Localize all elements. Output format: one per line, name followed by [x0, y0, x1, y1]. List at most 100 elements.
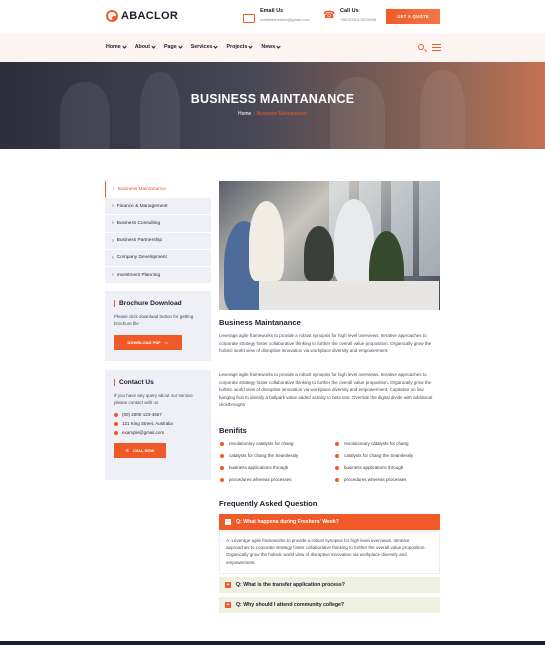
page-banner: BUSINESS MAINTANANCE Home / Business Maint… [0, 62, 545, 149]
faq-question-text: Q: Why should I attend community college… [236, 602, 345, 608]
sidebar-item-investment-planning[interactable]: › Investment Planning [105, 267, 211, 285]
photo-person [249, 201, 284, 281]
sidebar-item-label: Investment Planning [116, 272, 161, 278]
check-icon [220, 441, 224, 446]
sidebar-service-menu: › Business Maintanance › Finance & Managem… [105, 181, 211, 285]
nav-label: News [261, 44, 276, 50]
faq-answer: A: Leverage agile frameworks to provide … [219, 531, 440, 574]
benefit-text: catalysts for chang the Seamlessly [229, 453, 299, 458]
benefit-item: procedures whereas processes [335, 477, 407, 482]
sidebar-item-business-partnership[interactable]: › Business Partnership [105, 233, 211, 250]
section-title: Business Maintanance [219, 318, 301, 327]
benefit-item: revolutionary catalysts for chang [335, 441, 409, 446]
phone-icon [323, 10, 335, 23]
call-now-button[interactable]: ✆ CALL NOW [114, 443, 166, 458]
faq-question-freshers-week[interactable]: − Q: What happens during Freshers' Week? [219, 514, 440, 530]
benefit-item: business applications through [220, 465, 288, 470]
file-icon: ▭ [164, 340, 169, 345]
call-label: Call Us [340, 8, 359, 14]
phone-icon [114, 412, 118, 417]
button-label: CALL NOW [132, 448, 155, 453]
page-title: BUSINESS MAINTANANCE [190, 92, 355, 106]
photo-window [419, 181, 440, 276]
benefit-item: catalysts for chang the Seamlessly [220, 453, 298, 458]
benefit-text: procedures whereas processes [344, 477, 407, 482]
minus-icon: − [225, 519, 231, 525]
benefit-item: revolutionary catalysts for chang [220, 441, 294, 446]
benefit-text: revolutionary catalysts for chang [229, 441, 294, 446]
contact-widget: Contact Us If you have any query about o… [105, 370, 211, 480]
contact-email-text: example@gmail.com [122, 430, 165, 435]
logo-icon [106, 10, 118, 22]
description-paragraph: Leverage agile frameworks to provide a r… [219, 372, 433, 408]
benefit-item: business applications through [335, 465, 403, 470]
check-icon [335, 477, 339, 482]
chevron-down-icon [213, 43, 219, 49]
check-icon [220, 465, 224, 470]
chevron-down-icon [248, 43, 254, 49]
photo-person [334, 199, 374, 284]
nav-item-page[interactable]: Page [164, 43, 183, 50]
nav-item-projects[interactable]: Projects [226, 43, 254, 50]
sidebar-item-label: Company Development [116, 255, 167, 261]
nav-label: Home [106, 44, 121, 50]
chevron-down-icon [178, 43, 183, 49]
faq-question-community-college[interactable]: + Q: Why should I attend community colle… [219, 597, 440, 613]
nav-menu: Home About Page Services Projects News [106, 43, 281, 50]
phone-contact: Call Us +88-00024-5678908 [323, 8, 376, 23]
nav-item-about[interactable]: About [135, 43, 156, 50]
breadcrumb-current: Business Maintanance [256, 111, 308, 117]
footer-edge [0, 641, 545, 645]
contact-address: 121 King Street, Australia [114, 421, 202, 426]
benefit-text: business applications through [344, 465, 404, 470]
sidebar-item-company-development[interactable]: › Company Development [105, 250, 211, 267]
hamburger-menu-icon[interactable] [432, 44, 441, 51]
mail-icon [114, 430, 118, 435]
benefit-item: catalysts for chang the Seamlessly [335, 453, 413, 458]
chevron-down-icon [276, 43, 281, 49]
email-contact: Email Us realtimethemes@gmail.com [243, 8, 310, 23]
sidebar-item-finance-management[interactable]: › Finance & Management [105, 198, 211, 216]
chevron-right-icon: › [113, 186, 115, 193]
banner-background-figure [420, 70, 465, 149]
sidebar-item-label: Business Maintanance [117, 186, 166, 192]
faq-question-transfer-application[interactable]: + Q: What is the transfer application pr… [219, 577, 440, 593]
chevron-down-icon [122, 43, 127, 49]
benefit-text: business applications through [229, 465, 289, 470]
download-pdf-button[interactable]: DOWNLOAD PDF ▭ [114, 335, 182, 350]
get-quote-button[interactable]: GET A QUOTE [386, 9, 440, 24]
breadcrumb-home[interactable]: Home [238, 111, 251, 117]
contact-phone-text: (00) 2500-123-4567 [122, 412, 162, 417]
contact-text: If you have any query about our service … [114, 393, 193, 405]
phone-icon: ✆ [125, 448, 129, 453]
sidebar-item-business-maintanance[interactable]: › Business Maintanance [105, 181, 211, 199]
plus-icon: + [225, 602, 231, 608]
nav-item-news[interactable]: News [261, 43, 281, 50]
nav-label: Services [190, 44, 213, 50]
sidebar-item-business-consulting[interactable]: › Business Consulting [105, 215, 211, 233]
check-icon [220, 477, 224, 482]
chevron-right-icon: › [112, 203, 114, 210]
contact-phone[interactable]: (00) 2500-123-4567 [114, 412, 202, 417]
plus-icon: + [225, 582, 231, 588]
benefit-text: procedures whereas processes [229, 477, 292, 482]
nav-item-home[interactable]: Home [106, 43, 127, 50]
search-icon[interactable] [418, 44, 424, 50]
mail-icon [243, 12, 255, 23]
contact-email[interactable]: example@gmail.com [114, 430, 202, 435]
call-value[interactable]: +88-00024-5678908 [340, 17, 376, 22]
location-icon [114, 421, 118, 426]
logo[interactable]: ABACLOR [106, 10, 178, 22]
email-value[interactable]: realtimethemes@gmail.com [260, 17, 310, 22]
benefit-text: revolutionary catalysts for chang [344, 441, 409, 446]
top-header: ABACLOR Email Us realtimethemes@gmail.co… [0, 0, 545, 34]
chevron-right-icon: › [112, 272, 114, 279]
nav-label: Page [164, 44, 177, 50]
faq-question-text: Q: What is the transfer application proc… [236, 582, 345, 588]
brochure-text: Please click download button for getting… [114, 314, 194, 326]
chevron-right-icon: › [112, 254, 114, 261]
benefit-item: procedures whereas processes [220, 477, 292, 482]
nav-item-services[interactable]: Services [190, 43, 219, 50]
chevron-down-icon [151, 43, 156, 49]
check-icon [335, 465, 339, 470]
